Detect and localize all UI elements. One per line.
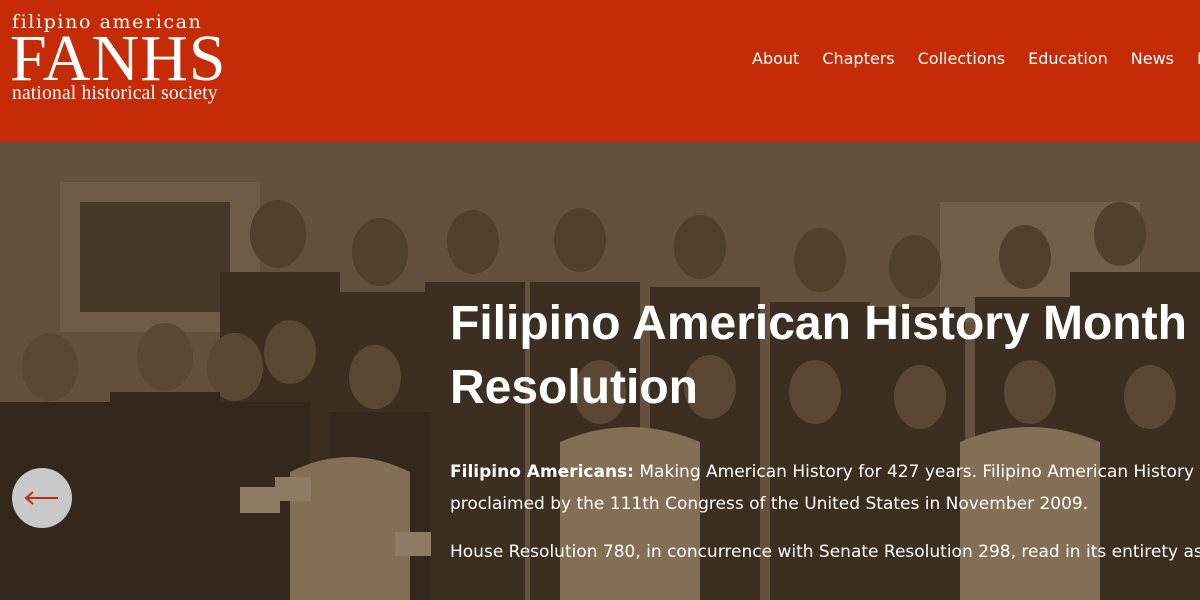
slider-prev-button[interactable] — [12, 468, 72, 528]
nav-news[interactable]: News — [1131, 48, 1174, 70]
nav-about[interactable]: About — [752, 48, 799, 70]
fanhs-logo[interactable]: filipino american FANHS national histori… — [10, 12, 242, 104]
logo-bottom-text: national historical society — [12, 83, 218, 104]
hero-title: Filipino American History Month Resoluti… — [450, 297, 1187, 414]
paragraph-1-line-1-rest: Making American History for 427 years. F… — [633, 462, 1200, 482]
main-nav: About Chapters Collections Education New… — [752, 48, 1200, 70]
hero-section: Filipino American History Month Resoluti… — [0, 142, 1200, 600]
paragraph-bold-lead: Filipino Americans: — [450, 462, 634, 482]
site-header: filipino american FANHS national histori… — [0, 0, 1200, 142]
paragraph-1-line-1: Filipino Americans: Making American Hist… — [450, 456, 1200, 488]
hero-paragraph-1: Filipino Americans: Making American Hist… — [450, 456, 1200, 520]
nav-chapters[interactable]: Chapters — [822, 48, 894, 70]
hero-paragraph-2: House Resolution 780, in concurrence wit… — [450, 542, 1200, 562]
left-arrow-icon — [24, 491, 58, 505]
paragraph-1-line-2: proclaimed by the 111th Congress of the … — [450, 494, 1089, 514]
nav-collections[interactable]: Collections — [918, 48, 1005, 70]
nav-education[interactable]: Education — [1028, 48, 1108, 70]
